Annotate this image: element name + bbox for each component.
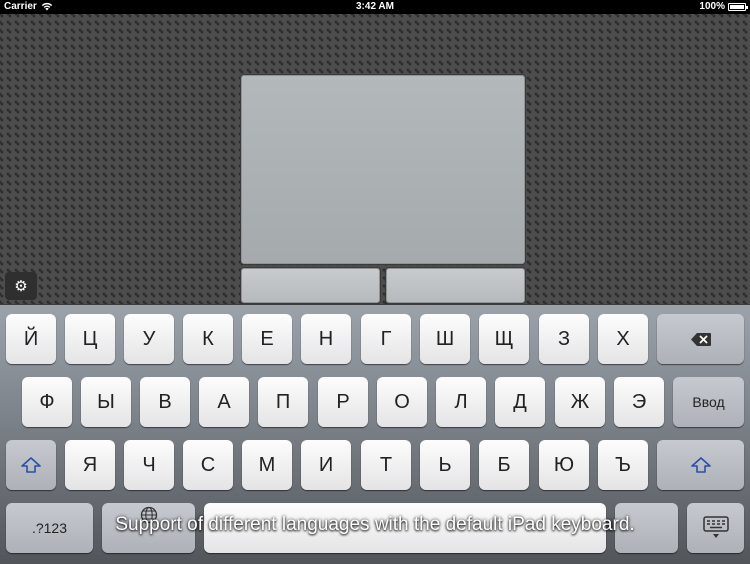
enter-key[interactable]: Ввод — [673, 377, 744, 427]
numbers-key-right[interactable] — [615, 503, 678, 553]
key-row2-10[interactable]: Э — [614, 377, 664, 427]
shift-left-key[interactable] — [6, 440, 56, 490]
key-row2-7[interactable]: Л — [436, 377, 486, 427]
key-row1-4[interactable]: Е — [242, 314, 292, 364]
battery-area: 100% — [699, 1, 748, 12]
trackpad-right-button[interactable] — [386, 268, 525, 303]
status-time: 3:42 AM — [356, 1, 394, 12]
key-row3-1[interactable]: Ч — [124, 440, 174, 490]
settings-button[interactable]: ⚙ — [5, 272, 37, 300]
backspace-icon — [690, 332, 711, 346]
shift-right-key[interactable] — [657, 440, 744, 490]
key-row2-3[interactable]: А — [199, 377, 249, 427]
key-row1-0[interactable]: Й — [6, 314, 56, 364]
globe-icon — [140, 506, 157, 524]
key-row2-5[interactable]: Р — [318, 377, 368, 427]
backspace-key[interactable] — [657, 314, 744, 364]
battery-icon — [728, 2, 748, 11]
hide-keyboard-icon — [702, 516, 729, 538]
key-row1-6[interactable]: Г — [361, 314, 411, 364]
key-row3-3[interactable]: М — [242, 440, 292, 490]
key-row2-8[interactable]: Д — [495, 377, 545, 427]
key-row1-7[interactable]: Ш — [420, 314, 470, 364]
trackpad-left-button[interactable] — [241, 268, 380, 303]
trackpad-surface[interactable] — [241, 75, 525, 264]
key-row1-5[interactable]: Н — [301, 314, 351, 364]
key-row1-8[interactable]: Щ — [479, 314, 529, 364]
key-row2-2[interactable]: В — [140, 377, 190, 427]
key-row2-1[interactable]: Ы — [81, 377, 131, 427]
battery-percent: 100% — [699, 1, 725, 12]
key-row1-1[interactable]: Ц — [65, 314, 115, 364]
key-row3-5[interactable]: Т — [361, 440, 411, 490]
numbers-key[interactable]: .?123 — [6, 503, 93, 553]
keyboard: Й Ц У К Е Н Г Ш Щ З Х Ф Ы В А П Р О Л Д … — [0, 304, 750, 564]
key-row2-0[interactable]: Ф — [22, 377, 72, 427]
shift-icon — [690, 457, 711, 473]
shift-icon — [21, 457, 41, 473]
key-row1-3[interactable]: К — [183, 314, 233, 364]
key-row3-8[interactable]: Ю — [539, 440, 589, 490]
key-row3-6[interactable]: Ь — [420, 440, 470, 490]
key-row1-9[interactable]: З — [539, 314, 589, 364]
globe-key[interactable] — [102, 503, 195, 553]
key-row2-4[interactable]: П — [258, 377, 308, 427]
key-row3-7[interactable]: Б — [479, 440, 529, 490]
gear-icon: ⚙ — [14, 278, 28, 295]
key-row3-4[interactable]: И — [301, 440, 351, 490]
status-bar: Carrier 3:42 AM 100% — [0, 0, 750, 14]
hide-keyboard-key[interactable] — [687, 503, 744, 553]
key-row3-0[interactable]: Я — [65, 440, 115, 490]
key-row3-2[interactable]: С — [183, 440, 233, 490]
battery-fill — [730, 4, 744, 9]
key-row2-6[interactable]: О — [377, 377, 427, 427]
space-key[interactable] — [204, 503, 606, 553]
key-row1-2[interactable]: У — [124, 314, 174, 364]
key-row2-9[interactable]: Ж — [555, 377, 605, 427]
key-row1-10[interactable]: Х — [598, 314, 648, 364]
key-row3-9[interactable]: Ъ — [598, 440, 648, 490]
